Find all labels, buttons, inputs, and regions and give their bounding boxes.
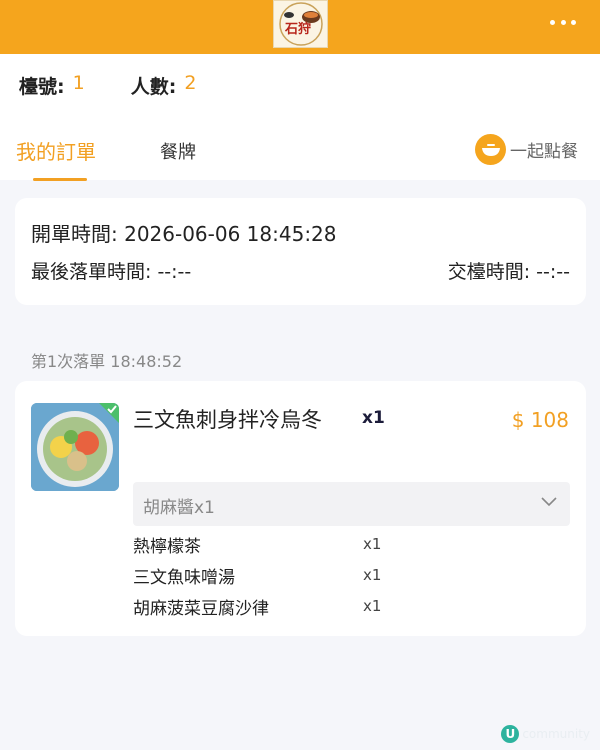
more-dots-icon[interactable] bbox=[550, 18, 576, 26]
sub-item-name: 三文魚味噌湯 bbox=[133, 568, 235, 588]
close-table-time: 交檯時間: --:-- bbox=[447, 261, 570, 283]
top-bar: 石狩 bbox=[0, 0, 600, 54]
last-order-time: 最後落單時間: --:-- bbox=[31, 261, 192, 283]
sub-item-qty: x1 bbox=[363, 597, 382, 615]
dish-price: $ 108 bbox=[511, 408, 569, 432]
batch-label: 第1次落單 18:48:52 bbox=[31, 352, 183, 371]
order-together-button[interactable]: 一起點餐 bbox=[475, 134, 578, 165]
tab-my-orders[interactable]: 我的訂單 bbox=[16, 136, 96, 165]
dish-name: 三文魚刺身拌冷烏冬 bbox=[133, 408, 322, 432]
open-time: 開單時間: 2026-06-06 18:45:28 bbox=[31, 222, 337, 246]
watermark-logo-icon: U bbox=[501, 725, 520, 743]
dish-image bbox=[31, 403, 119, 491]
bowl-icon bbox=[475, 134, 506, 165]
logo-text: 石狩 bbox=[284, 21, 311, 37]
order-card: 三文魚刺身拌冷烏冬 x1 $ 108 胡麻醬x1 熱檸檬茶 x1 三文魚味噌湯 … bbox=[15, 381, 586, 636]
watermark: U community bbox=[501, 725, 590, 743]
table-value: 1 bbox=[72, 72, 85, 94]
sub-item-qty: x1 bbox=[363, 535, 382, 553]
tab-menu[interactable]: 餐牌 bbox=[160, 138, 196, 164]
dish-quantity: x1 bbox=[362, 408, 385, 428]
restaurant-logo: 石狩 bbox=[273, 0, 328, 48]
order-together-label: 一起點餐 bbox=[510, 142, 578, 162]
info-section: 檯號: 1 人數: 2 我的訂單 餐牌 一起點餐 bbox=[0, 54, 600, 181]
sub-item-qty: x1 bbox=[363, 566, 382, 584]
people-label: 人數: bbox=[130, 76, 177, 98]
order-times-card: 開單時間: 2026-06-06 18:45:28 最後落單時間: --:-- … bbox=[15, 198, 586, 305]
people-value: 2 bbox=[184, 72, 197, 94]
sub-item-name: 胡麻菠菜豆腐沙律 bbox=[133, 599, 269, 619]
table-label: 檯號: bbox=[19, 76, 65, 98]
dish-option-text: 胡麻醬x1 bbox=[143, 498, 215, 518]
table-info: 檯號: 1 人數: 2 bbox=[19, 72, 196, 99]
sub-item-name: 熱檸檬茶 bbox=[133, 537, 201, 557]
chevron-down-icon bbox=[541, 497, 557, 507]
watermark-text: community bbox=[522, 727, 590, 741]
check-badge-icon bbox=[99, 403, 119, 423]
dish-option-dropdown[interactable]: 胡麻醬x1 bbox=[133, 482, 570, 526]
active-tab-indicator bbox=[33, 178, 87, 181]
